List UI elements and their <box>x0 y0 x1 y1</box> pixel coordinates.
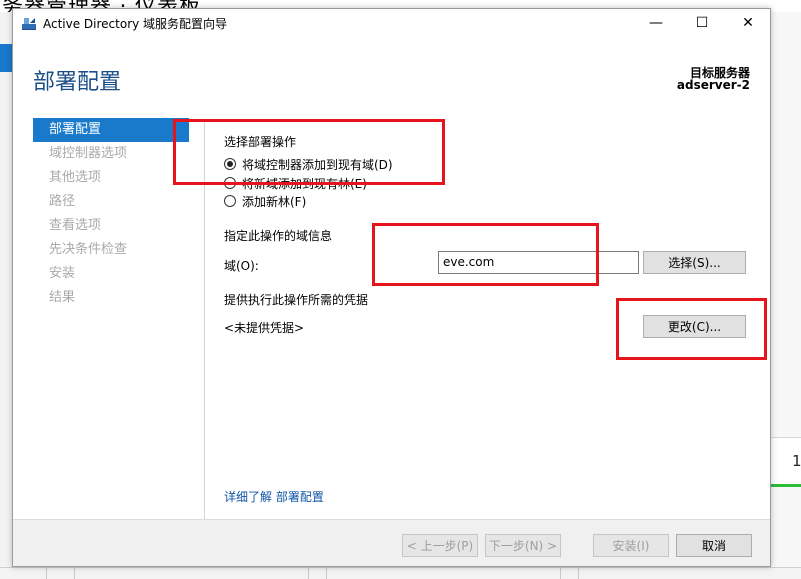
credentials-value: <未提供凭据> <box>224 321 305 335</box>
background-divider <box>578 567 579 579</box>
annotation-box-deployment <box>173 119 445 185</box>
radio-label: 添加新林(F) <box>242 194 307 209</box>
domain-field-label: 域(O): <box>224 259 259 273</box>
window-title: Active Directory 域服务配置向导 <box>43 17 228 31</box>
background-divider <box>326 567 327 579</box>
page-title: 部署配置 <box>33 70 122 95</box>
nav-item-prerequisites-check: 先决条件检查 <box>49 242 128 257</box>
background-status-bar <box>771 484 801 487</box>
select-domain-button[interactable]: 选择(S)... <box>643 251 746 274</box>
nav-item-installation: 安装 <box>49 266 76 281</box>
ad-ds-config-wizard-window: Active Directory 域服务配置向导 — ☐ ✕ 部署配置 目标服务… <box>12 8 771 567</box>
background-divider <box>46 567 47 579</box>
close-icon: ✕ <box>742 15 754 31</box>
wizard-footer: < 上一步(P) 下一步(N) > 安装(I) 取消 <box>13 520 770 566</box>
nav-item-deployment-config[interactable]: 部署配置 <box>33 118 189 142</box>
target-server-name: adserver-2 <box>676 78 750 92</box>
background-tile-count: 1 <box>792 452 801 470</box>
domain-info-label: 指定此操作的域信息 <box>224 229 333 243</box>
nav-item-additional-options: 其他选项 <box>49 170 102 185</box>
annotation-box-change-credentials <box>616 298 767 360</box>
nav-item-review-options: 查看选项 <box>49 218 102 233</box>
wizard-steps-nav: 部署配置 域控制器选项 其他选项 路径 查看选项 先决条件检查 安装 结果 <box>33 118 189 310</box>
background-divider <box>308 567 309 579</box>
nav-item-dc-options: 域控制器选项 <box>49 146 128 161</box>
install-button[interactable]: 安装(I) <box>593 534 669 557</box>
maximize-icon: ☐ <box>695 15 709 31</box>
title-bar[interactable]: Active Directory 域服务配置向导 — ☐ ✕ <box>13 9 770 37</box>
background-right-area <box>771 12 801 579</box>
background-left-column <box>0 12 12 579</box>
radio-button[interactable] <box>224 195 236 207</box>
background-divider <box>560 567 561 579</box>
learn-more-link[interactable]: 详细了解 部署配置 <box>224 488 324 505</box>
background-divider <box>74 567 75 579</box>
next-button[interactable]: 下一步(N) > <box>485 534 561 557</box>
annotation-box-domain <box>372 223 599 286</box>
cancel-button[interactable]: 取消 <box>676 534 752 557</box>
maximize-button[interactable]: ☐ <box>679 9 725 37</box>
minimize-button[interactable]: — <box>633 9 679 37</box>
close-button[interactable]: ✕ <box>725 9 771 37</box>
previous-button[interactable]: < 上一步(P) <box>402 534 478 557</box>
nav-item-paths: 路径 <box>49 194 76 209</box>
background-bottom <box>0 567 801 579</box>
minimize-icon: — <box>649 15 663 31</box>
credentials-label: 提供执行此操作所需的凭据 <box>224 293 369 307</box>
radio-add-new-forest[interactable]: 添加新林(F) <box>224 193 306 209</box>
background-nav-highlight <box>0 44 12 72</box>
ad-ds-icon <box>22 18 36 30</box>
nav-item-results: 结果 <box>49 290 76 305</box>
